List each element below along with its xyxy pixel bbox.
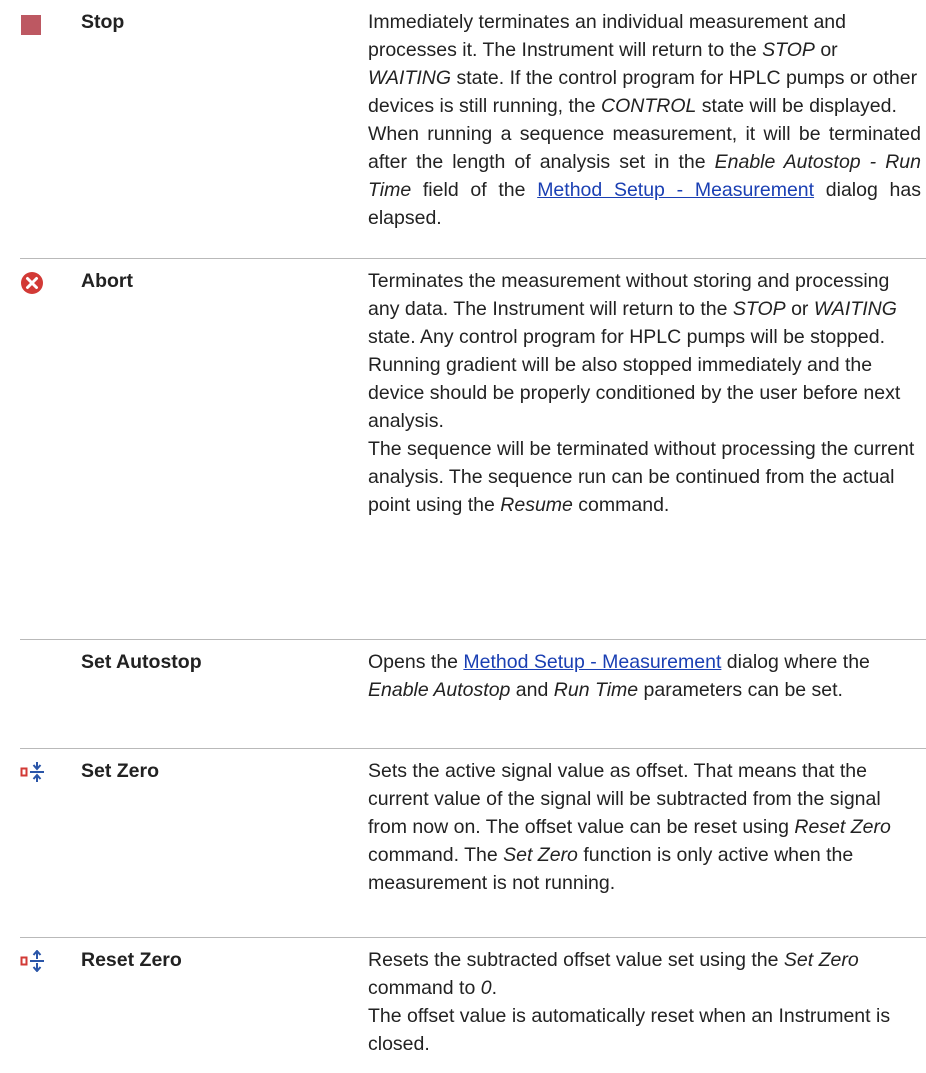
command-description: Resets the subtracted offset value set u… xyxy=(368,949,891,1055)
command-description: Sets the active signal value as offset. … xyxy=(368,760,891,894)
command-description: Terminates the measurement without stori… xyxy=(368,270,915,516)
command-description: Immediately terminates an individual mea… xyxy=(368,11,921,229)
method-setup-link[interactable]: Method Setup - Measurement xyxy=(537,179,814,201)
table-row-set-autostop: Set Autostop Opens the Method Setup - Me… xyxy=(20,640,926,749)
abort-x-circle-icon[interactable] xyxy=(20,271,60,295)
command-name: Reset Zero xyxy=(81,949,182,971)
table-row-stop: Stop Immediately terminates an individua… xyxy=(20,0,926,259)
set-zero-icon[interactable] xyxy=(20,761,60,783)
command-name: Set Autostop xyxy=(81,651,202,673)
table-row-abort: Abort Terminates the measurement without… xyxy=(20,259,926,640)
command-name: Abort xyxy=(81,270,133,292)
command-name: Set Zero xyxy=(81,760,160,782)
method-setup-link[interactable]: Method Setup - Measurement xyxy=(463,651,721,673)
command-name: Stop xyxy=(81,11,125,33)
command-description: Opens the Method Setup - Measurement dia… xyxy=(368,651,870,701)
table-row-set-zero: Set Zero Sets the active signal value as… xyxy=(20,749,926,938)
table-row-reset-zero: Reset Zero Resets the subtracted offset … xyxy=(20,938,926,1073)
command-table: Stop Immediately terminates an individua… xyxy=(20,0,926,1073)
reset-zero-icon[interactable] xyxy=(20,950,60,972)
stop-square-icon[interactable] xyxy=(20,14,60,36)
